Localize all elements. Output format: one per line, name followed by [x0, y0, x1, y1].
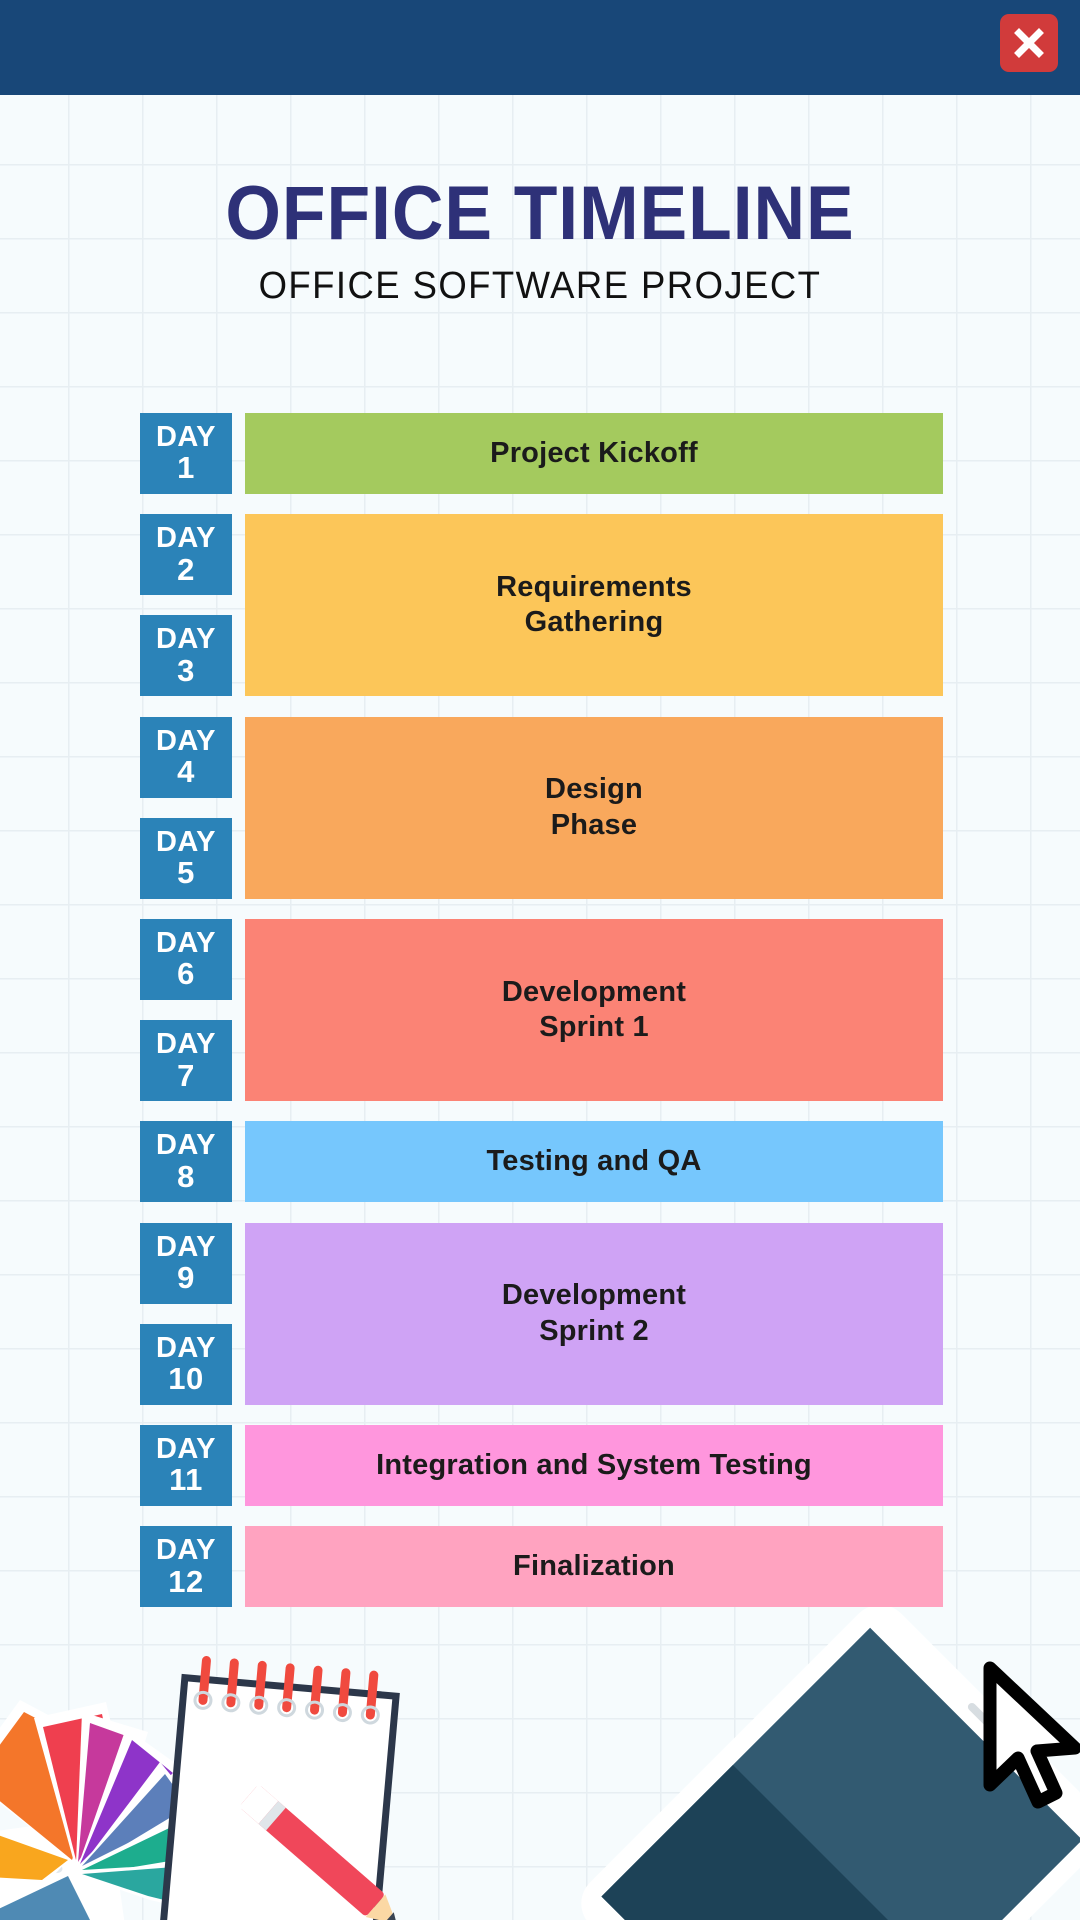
day-chip-5[interactable]: DAY 5: [140, 817, 232, 899]
day-chip-10[interactable]: DAY 10: [140, 1323, 232, 1405]
day-chip-number: 3: [177, 652, 195, 688]
window-title-bar: [0, 0, 1080, 95]
gantt-timeline: DAY 1 DAY 2 DAY 3 DAY 4 DAY 5 DAY 6 DAY 7 DAY 8 DAY 9 DAY 1…: [0, 0, 1080, 1920]
day-chip-3[interactable]: DAY 3: [140, 615, 232, 697]
task-bar[interactable]: Finalization: [245, 1526, 943, 1608]
day-chip-11[interactable]: DAY 11: [140, 1425, 232, 1506]
task-bar[interactable]: Requirements Gathering: [245, 514, 943, 697]
day-chip-number: 2: [177, 551, 195, 587]
day-chip-word: DAY: [155, 926, 217, 959]
day-chip-word: DAY: [155, 724, 217, 757]
day-chip-number: 1: [177, 450, 195, 486]
task-bar[interactable]: Project Kickoff: [245, 413, 943, 494]
day-chip-word: DAY: [155, 825, 217, 858]
close-button[interactable]: [1000, 14, 1058, 72]
day-chip-number: 11: [169, 1462, 203, 1498]
task-bar[interactable]: Integration and System Testing: [245, 1425, 943, 1506]
day-chip-7[interactable]: DAY 7: [140, 1020, 232, 1102]
day-chip-word: DAY: [155, 1331, 217, 1364]
day-chip-word: DAY: [155, 1534, 217, 1567]
task-bar[interactable]: Testing and QA: [245, 1121, 943, 1203]
task-bar[interactable]: Design Phase: [245, 716, 943, 899]
timeline-poster: OFFICE TIMELINE OFFICE SOFTWARE PROJECT …: [0, 0, 1080, 1920]
day-chip-8[interactable]: DAY 8: [140, 1121, 232, 1203]
day-chip-word: DAY: [155, 1230, 217, 1263]
day-chip-word: DAY: [155, 623, 217, 656]
task-bar[interactable]: Development Sprint 1: [245, 919, 943, 1102]
day-chip-word: DAY: [155, 1432, 217, 1465]
day-chip-number: 8: [177, 1158, 195, 1194]
day-chip-number: 4: [177, 754, 195, 790]
day-chip-number: 12: [168, 1563, 204, 1599]
day-chip-12[interactable]: DAY 12: [140, 1526, 232, 1608]
day-chip-word: DAY: [155, 1129, 217, 1162]
day-chip-word: DAY: [155, 420, 217, 453]
day-chip-number: 6: [177, 956, 195, 992]
day-chip-word: DAY: [155, 1028, 217, 1061]
day-chip-number: 7: [177, 1057, 195, 1093]
close-icon: [1014, 28, 1044, 58]
day-chip-2[interactable]: DAY 2: [140, 514, 232, 596]
task-bar[interactable]: Development Sprint 2: [245, 1222, 943, 1405]
day-chip-4[interactable]: DAY 4: [140, 716, 232, 798]
day-chip-number: 5: [177, 855, 195, 891]
day-chip-6[interactable]: DAY 6: [140, 919, 232, 1000]
day-chip-9[interactable]: DAY 9: [140, 1222, 232, 1304]
day-chip-number: 10: [168, 1361, 204, 1397]
day-chip-word: DAY: [155, 522, 217, 555]
day-chip-number: 9: [177, 1260, 195, 1296]
day-chip-1[interactable]: DAY 1: [140, 413, 232, 494]
